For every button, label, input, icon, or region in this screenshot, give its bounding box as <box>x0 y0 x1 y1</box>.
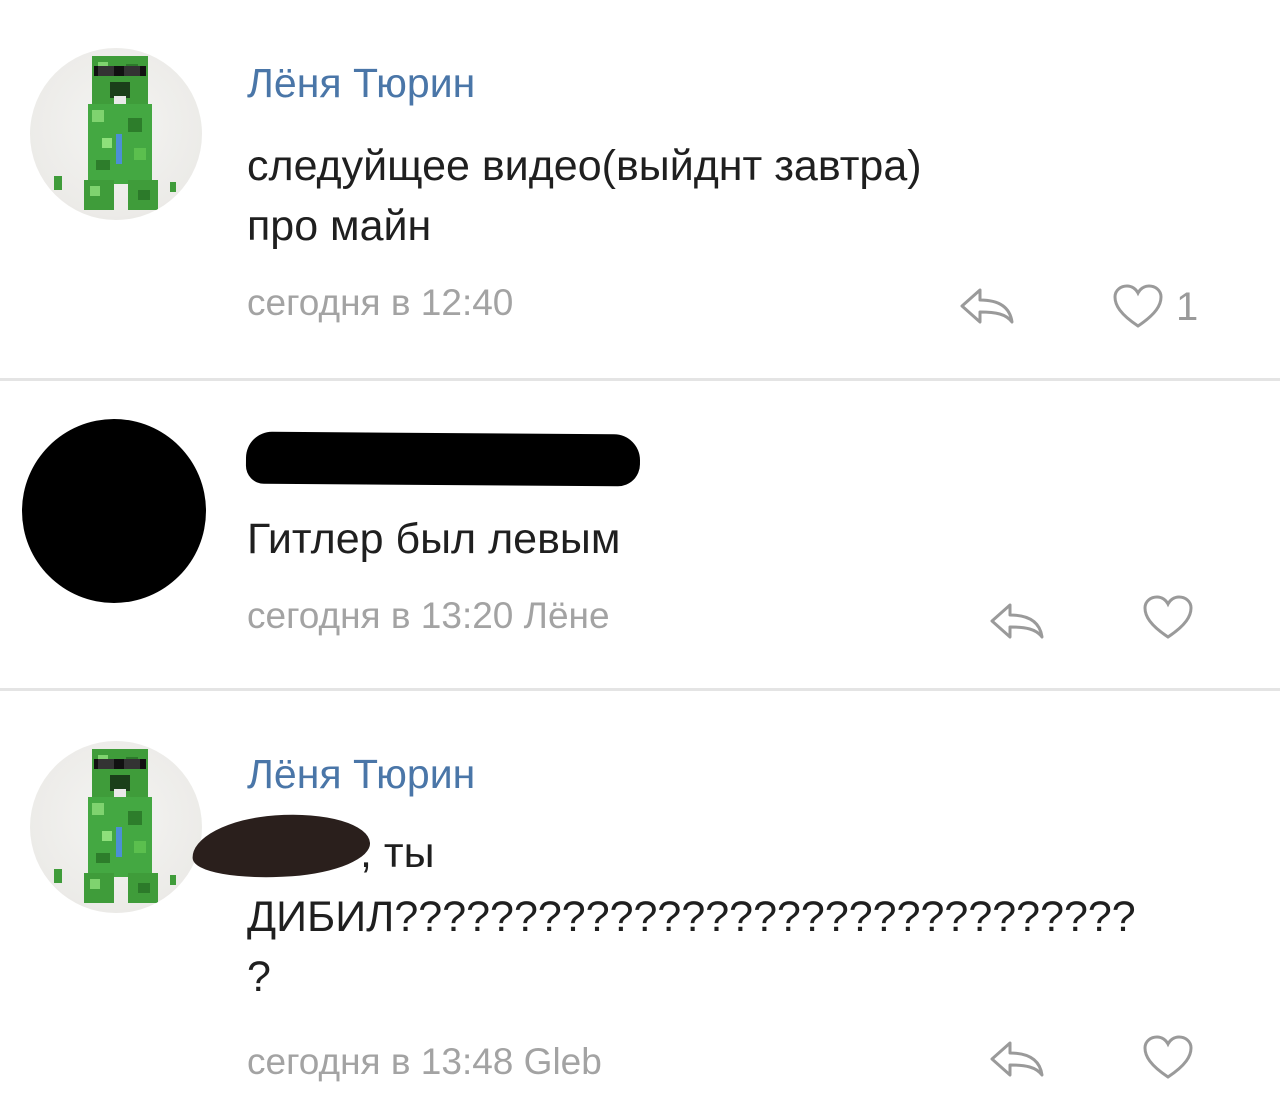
comment-author[interactable]: Лёня Тюрин <box>247 60 475 107</box>
comment-text: следуйщее видео(выйднт завтра) про майн <box>247 142 922 250</box>
like-button[interactable]: 1 <box>1112 284 1198 330</box>
creeper-avatar-icon[interactable] <box>30 48 202 220</box>
heart-icon <box>1113 284 1163 328</box>
like-count: 1 <box>1176 284 1199 329</box>
like-button[interactable] <box>1142 595 1206 641</box>
like-button[interactable] <box>1142 1035 1206 1081</box>
reply-icon[interactable] <box>958 286 1016 326</box>
creeper-icon <box>54 56 176 210</box>
redacted-author-name <box>245 431 641 487</box>
heart-icon <box>1143 1035 1193 1079</box>
comment-item: Лёня Тюрин , ты ДИБИЛ???????????????????… <box>0 691 1280 1112</box>
heart-icon <box>1143 595 1193 639</box>
comment-text: ДИБИЛ??????????????????????????????? ? <box>247 893 1136 1001</box>
comment-timestamp: сегодня в 13:20 Лёне <box>247 595 610 636</box>
creeper-avatar-icon[interactable] <box>30 741 202 913</box>
comment-item: Лёня Тюрин следуйщее видео(выйднт завтра… <box>0 0 1280 380</box>
comment-item: Гитлер был левым сегодня в 13:20 Лёне <box>0 381 1280 691</box>
creeper-icon <box>54 749 176 903</box>
reply-icon[interactable] <box>988 601 1046 641</box>
comment-timestamp: сегодня в 12:40 <box>247 282 514 323</box>
comment-text: Гитлер был левым <box>247 515 621 563</box>
redacted-mention <box>190 808 372 884</box>
comment-timestamp: сегодня в 13:48 Gleb <box>247 1041 602 1082</box>
redacted-avatar-icon[interactable] <box>22 419 206 603</box>
reply-icon[interactable] <box>988 1039 1046 1079</box>
comment-text-mention: , ты <box>360 829 435 877</box>
comment-author[interactable]: Лёня Тюрин <box>247 751 475 798</box>
